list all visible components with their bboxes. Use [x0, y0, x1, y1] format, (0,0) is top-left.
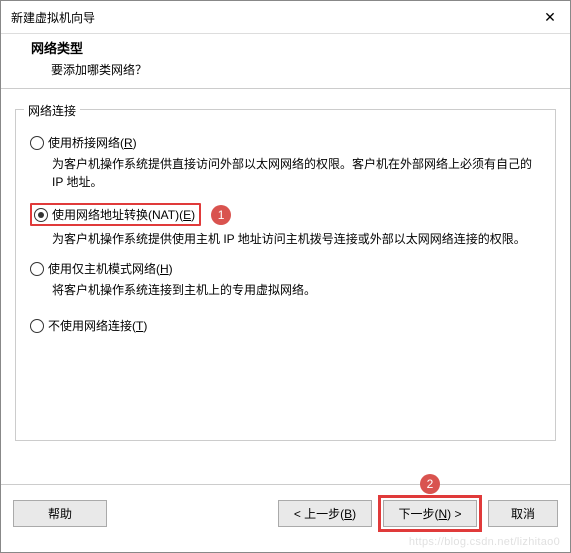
- option-nat: 使用网络地址转换(NAT)(E) 1 为客户机操作系统提供使用主机 IP 地址访…: [30, 203, 541, 248]
- page-subtitle: 要添加哪类网络？: [51, 61, 554, 78]
- radio-label: 使用仅主机模式网络(H): [48, 260, 173, 277]
- content-area: 网络连接 使用桥接网络(R) 为客户机操作系统提供直接访问外部以太网网络的权限。…: [1, 89, 570, 484]
- radio-label: 不使用网络连接(T): [48, 317, 147, 334]
- radio-none[interactable]: 不使用网络连接(T): [30, 317, 541, 334]
- help-button[interactable]: 帮助: [13, 500, 107, 527]
- watermark-text: https://blog.csdn.net/lizhitao0: [409, 536, 560, 548]
- titlebar: 新建虚拟机向导 ✕: [1, 1, 570, 34]
- callout-badge-2: 2: [420, 474, 440, 494]
- option-desc: 将客户机操作系统连接到主机上的专用虚拟网络。: [52, 281, 541, 299]
- radio-icon: [30, 136, 44, 150]
- cancel-button[interactable]: 取消: [488, 500, 558, 527]
- option-desc: 为客户机操作系统提供直接访问外部以太网网络的权限。客户机在外部网络上必须有自己的…: [52, 155, 541, 191]
- back-button[interactable]: < 上一步(B): [278, 500, 372, 527]
- callout-badge-1: 1: [211, 205, 231, 225]
- radio-label: 使用网络地址转换(NAT)(E): [52, 206, 195, 223]
- next-highlight: 2 下一步(N) >: [378, 495, 482, 532]
- radio-icon: [30, 262, 44, 276]
- radio-hostonly[interactable]: 使用仅主机模式网络(H): [30, 260, 541, 277]
- network-fieldset: 网络连接 使用桥接网络(R) 为客户机操作系统提供直接访问外部以太网网络的权限。…: [15, 109, 556, 441]
- radio-icon: [34, 208, 48, 222]
- next-button[interactable]: 下一步(N) >: [383, 500, 477, 527]
- radio-icon: [30, 319, 44, 333]
- option-hostonly: 使用仅主机模式网络(H) 将客户机操作系统连接到主机上的专用虚拟网络。: [30, 260, 541, 299]
- wizard-footer: 帮助 < 上一步(B) 2 下一步(N) > 取消 https://blog.c…: [1, 484, 570, 552]
- radio-nat[interactable]: 使用网络地址转换(NAT)(E) 1: [30, 203, 541, 226]
- radio-bridged[interactable]: 使用桥接网络(R): [30, 134, 541, 151]
- radio-label: 使用桥接网络(R): [48, 134, 137, 151]
- window-title: 新建虚拟机向导: [11, 9, 540, 26]
- close-icon[interactable]: ✕: [540, 7, 560, 27]
- page-title: 网络类型: [31, 38, 554, 57]
- fieldset-legend: 网络连接: [24, 102, 80, 119]
- option-bridged: 使用桥接网络(R) 为客户机操作系统提供直接访问外部以太网网络的权限。客户机在外…: [30, 134, 541, 191]
- option-desc: 为客户机操作系统提供使用主机 IP 地址访问主机拨号连接或外部以太网网络连接的权…: [52, 230, 541, 248]
- wizard-header: 网络类型 要添加哪类网络？: [1, 34, 570, 89]
- option-none: 不使用网络连接(T): [30, 317, 541, 334]
- selection-highlight: 使用网络地址转换(NAT)(E): [30, 203, 201, 226]
